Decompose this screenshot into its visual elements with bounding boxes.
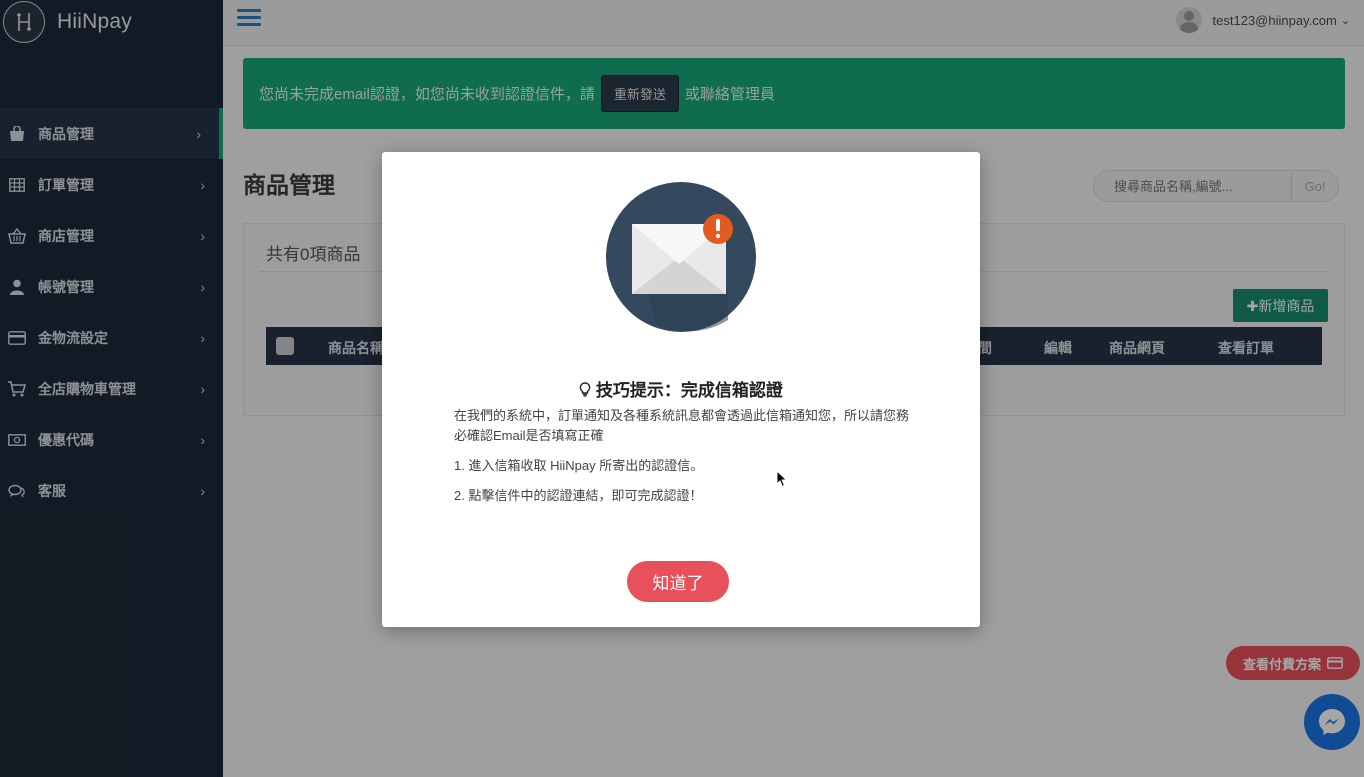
email-tip-modal: 技巧提示：完成信箱認證 在我們的系統中，訂單通知及各種系統訊息都會透過此信箱通知… [382, 152, 980, 627]
modal-step-2: 2. 點擊信件中的認證連結，即可完成認證！ [454, 488, 703, 503]
modal-step-1: 1. 進入信箱收取 HiiNpay 所寄出的認證信。 [454, 458, 704, 473]
modal-title-text: 技巧提示：完成信箱認證 [595, 381, 783, 400]
envelope-alert-icon [606, 182, 756, 332]
modal-title: 技巧提示：完成信箱認證 [382, 376, 980, 402]
modal-body: 在我們的系統中，訂單通知及各種系統訊息都會透過此信箱通知您，所以請您務必確認Em… [454, 406, 914, 516]
modal-intro: 在我們的系統中，訂單通知及各種系統訊息都會透過此信箱通知您，所以請您務必確認Em… [454, 408, 910, 443]
got-it-button[interactable]: 知道了 [627, 561, 729, 602]
lightbulb-icon [579, 382, 591, 402]
mouse-cursor-icon [776, 469, 788, 493]
